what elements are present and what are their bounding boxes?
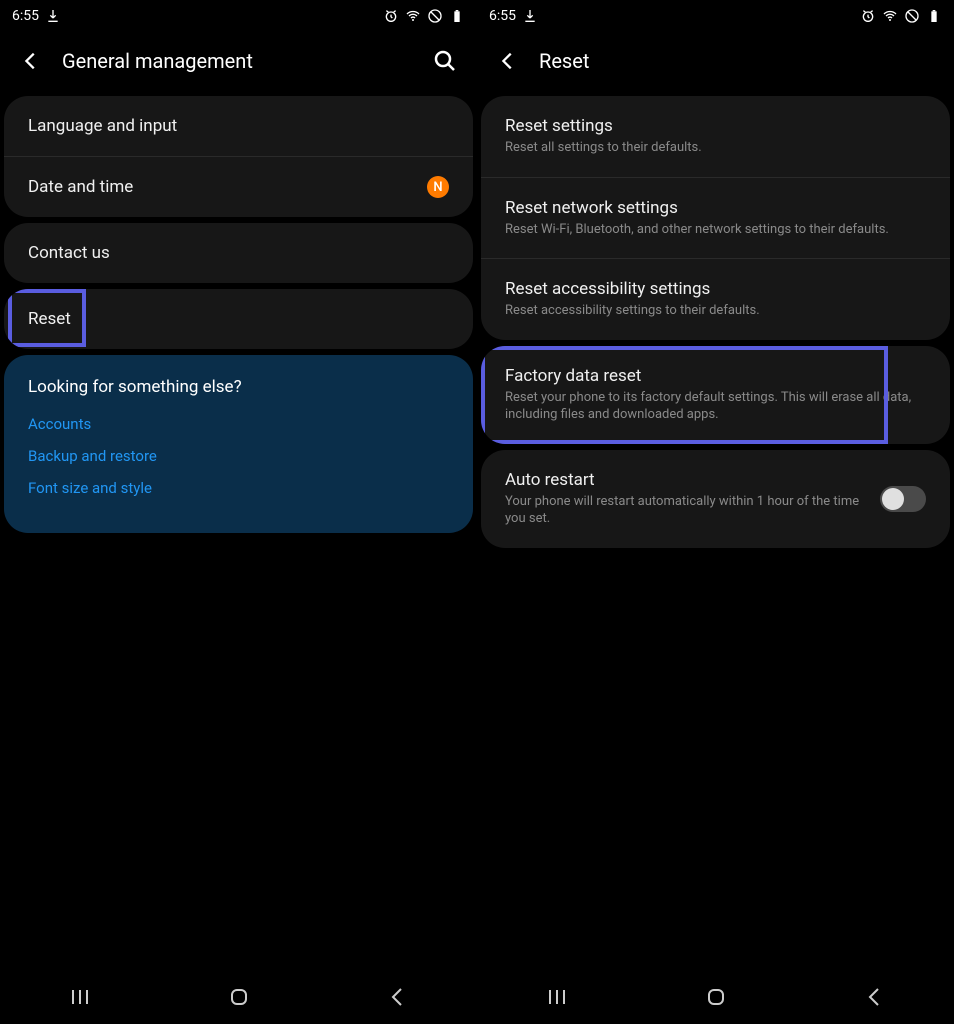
recents-icon[interactable] — [68, 985, 92, 1009]
row-sub: Reset accessibility settings to their de… — [505, 302, 926, 320]
status-time: 6:55 — [12, 8, 39, 24]
title-bar: Reset — [477, 32, 954, 90]
alarm-icon — [383, 8, 399, 24]
status-bar: 6:55 — [0, 0, 477, 32]
row-reset[interactable]: Reset — [4, 289, 473, 349]
row-label: Reset settings — [505, 116, 926, 136]
row-reset-network[interactable]: Reset network settings Reset Wi-Fi, Blue… — [481, 178, 950, 260]
card-reset: Reset — [4, 289, 473, 349]
status-time: 6:55 — [489, 8, 516, 24]
row-label: Contact us — [28, 243, 449, 263]
row-label: Auto restart — [505, 470, 866, 490]
row-sub: Your phone will restart automatically wi… — [505, 493, 866, 528]
download-icon — [45, 8, 61, 24]
auto-restart-toggle[interactable] — [880, 486, 926, 512]
search-icon[interactable] — [433, 49, 457, 73]
row-label: Factory data reset — [505, 366, 926, 386]
nav-bar — [477, 970, 954, 1024]
row-auto-restart[interactable]: Auto restart Your phone will restart aut… — [481, 450, 950, 548]
card-language-datetime: Language and input Date and time N — [4, 96, 473, 217]
row-label: Date and time — [28, 177, 449, 197]
page-title: Reset — [539, 49, 934, 73]
status-bar: 6:55 — [477, 0, 954, 32]
battery-icon — [449, 8, 465, 24]
row-label: Reset network settings — [505, 198, 926, 218]
row-sub: Reset your phone to its factory default … — [505, 389, 926, 424]
nav-back-icon[interactable] — [863, 985, 887, 1009]
row-label: Reset accessibility settings — [505, 279, 926, 299]
row-sub: Reset Wi-Fi, Bluetooth, and other networ… — [505, 221, 926, 239]
card-factory-reset: Factory data reset Reset your phone to i… — [481, 346, 950, 444]
row-label: Reset — [28, 309, 449, 329]
row-date-time[interactable]: Date and time N — [4, 157, 473, 217]
nav-bar — [0, 970, 477, 1024]
link-font-size-style[interactable]: Font size and style — [28, 479, 449, 497]
no-sign-icon — [904, 8, 920, 24]
row-sub: Reset all settings to their defaults. — [505, 139, 926, 157]
wifi-icon — [405, 8, 421, 24]
link-backup-restore[interactable]: Backup and restore — [28, 447, 449, 465]
screen-reset: 6:55 Reset Reset settings Reset all sett… — [477, 0, 954, 1024]
card-reset-options: Reset settings Reset all settings to the… — [481, 96, 950, 340]
row-contact-us[interactable]: Contact us — [4, 223, 473, 283]
link-accounts[interactable]: Accounts — [28, 415, 449, 433]
recents-icon[interactable] — [545, 985, 569, 1009]
row-language-input[interactable]: Language and input — [4, 96, 473, 157]
screen-general-management: 6:55 General management Language and inp… — [0, 0, 477, 1024]
no-sign-icon — [427, 8, 443, 24]
card-contact: Contact us — [4, 223, 473, 283]
row-reset-settings[interactable]: Reset settings Reset all settings to the… — [481, 96, 950, 178]
row-label: Language and input — [28, 116, 449, 136]
alarm-icon — [860, 8, 876, 24]
back-icon[interactable] — [497, 50, 519, 72]
row-reset-accessibility[interactable]: Reset accessibility settings Reset acces… — [481, 259, 950, 340]
home-icon[interactable] — [704, 985, 728, 1009]
card-looking-else: Looking for something else? Accounts Bac… — [4, 355, 473, 533]
row-factory-data-reset[interactable]: Factory data reset Reset your phone to i… — [481, 346, 950, 444]
card-auto-restart: Auto restart Your phone will restart aut… — [481, 450, 950, 548]
back-icon[interactable] — [20, 50, 42, 72]
home-icon[interactable] — [227, 985, 251, 1009]
nav-back-icon[interactable] — [386, 985, 410, 1009]
battery-icon — [926, 8, 942, 24]
title-bar: General management — [0, 32, 477, 90]
new-badge: N — [427, 176, 449, 198]
download-icon — [522, 8, 538, 24]
wifi-icon — [882, 8, 898, 24]
looking-title: Looking for something else? — [28, 377, 449, 397]
page-title: General management — [62, 49, 413, 73]
